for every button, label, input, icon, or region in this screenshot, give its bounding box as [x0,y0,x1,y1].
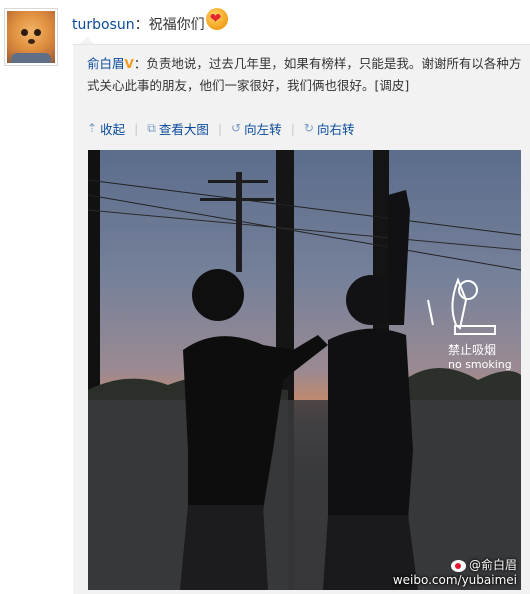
repost-body: ：负责地说，过去几年里，如果有榜样，只能是我。谢谢所有以各种方式关心此事的朋友，… [87,56,522,93]
repost-pointer [80,37,94,44]
weibo-logo-icon [450,559,466,572]
repost-text: 俞白眉V：负责地说，过去几年里，如果有榜样，只能是我。谢谢所有以各种方式关心此事… [87,53,527,97]
view-large-button[interactable]: ⧉ 查看大图 [147,119,209,138]
repost-box: 俞白眉V：负责地说，过去几年里，如果有榜样，只能是我。谢谢所有以各种方式关心此事… [73,44,530,594]
photo-scene: 禁止吸烟 no smoking [88,150,521,590]
sign-text-cn: 禁止吸烟 [448,343,496,357]
rotate-left-icon: ↺ [231,121,242,135]
image-actions: ⇡ 收起 | ⧉ 查看大图 | ↺ 向左转 | ↻ 向右转 [87,119,355,138]
weibo-watermark: @俞白眉 weibo.com/yubaimei [392,558,517,587]
collapse-button[interactable]: ⇡ 收起 [87,119,125,138]
sign-text-en: no smoking [448,358,512,371]
vip-badge-icon: V [124,57,134,71]
rotate-right-icon: ↻ [303,121,314,135]
heart-emoji-icon [205,8,228,30]
avatar[interactable] [4,8,58,66]
username-link[interactable]: turbosun [72,17,135,33]
original-user-link[interactable]: 俞白眉 [87,56,125,71]
collapse-arrow-icon: ⇡ [87,121,98,135]
post-photo[interactable]: 禁止吸烟 no smoking @俞白眉 weibo.com/yubaimei [88,150,521,590]
avatar-image [7,11,55,63]
no-smoking-sign-icon [427,277,496,335]
post-text: 祝福你们 [148,17,205,33]
rotate-left-button[interactable]: ↺ 向左转 [231,119,282,138]
post-header: turbosun：祝福你们 [72,8,228,36]
rotate-right-button[interactable]: ↻ 向右转 [304,119,355,138]
enlarge-icon: ⧉ [147,120,156,135]
